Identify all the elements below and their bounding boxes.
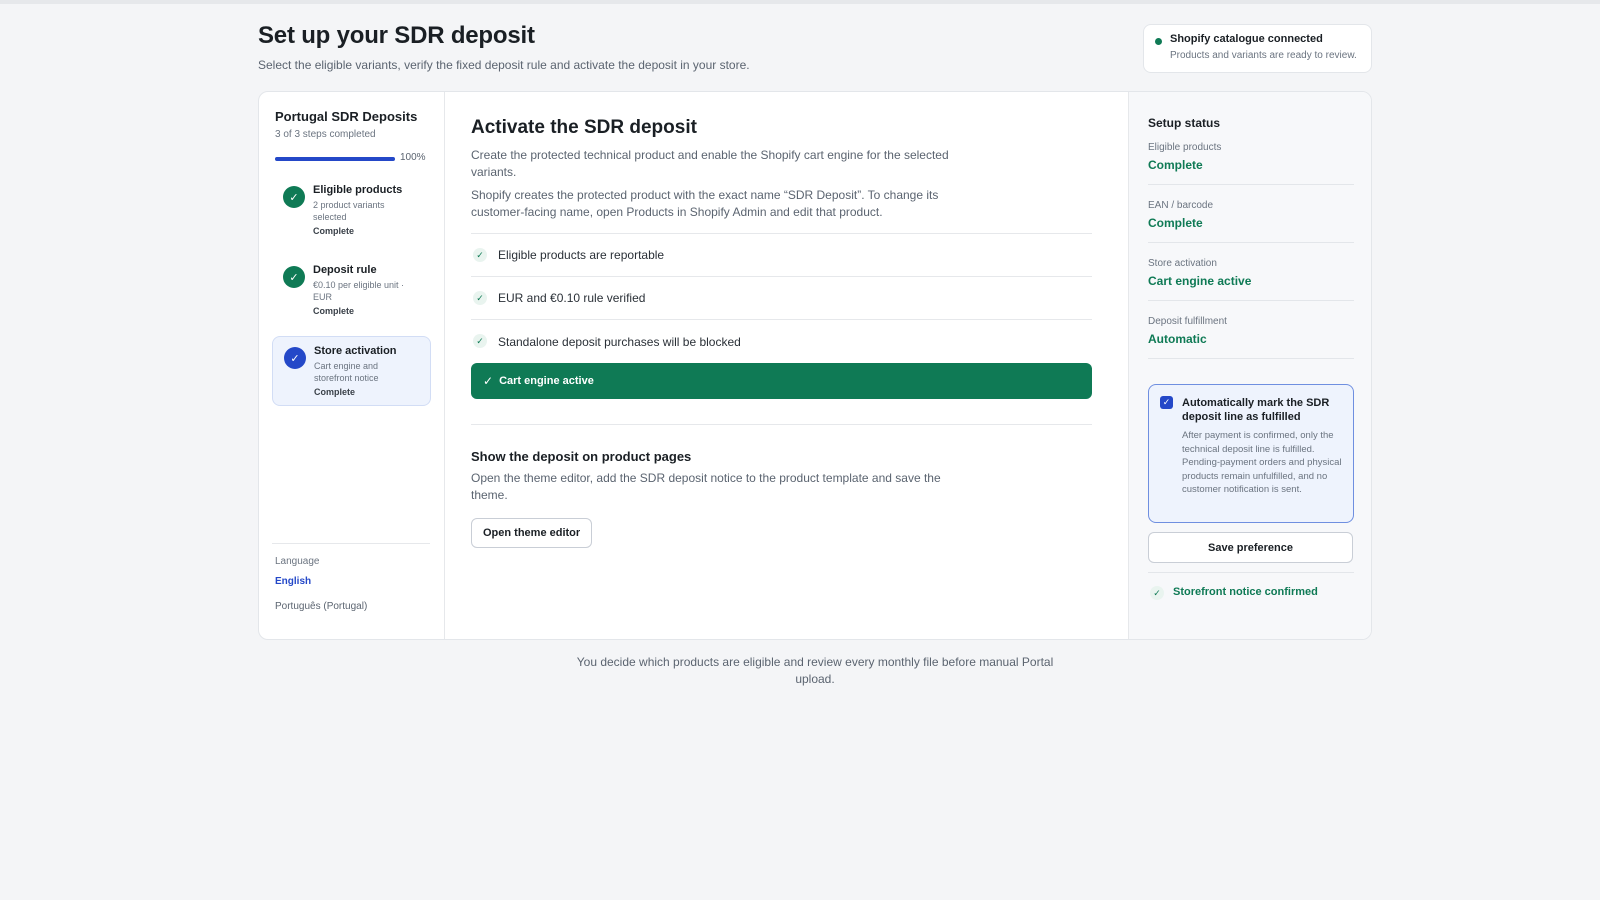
step-title: Eligible products (313, 184, 403, 196)
top-border (0, 0, 1600, 4)
progress-fill (275, 157, 395, 161)
theme-section-title: Show the deposit on product pages (471, 449, 692, 464)
footer-note: You decide which products are eligible a… (576, 655, 1054, 686)
storefront-notice-status: ✓ Storefront notice confirmed (1148, 572, 1354, 600)
check-icon: ✓ (473, 334, 487, 348)
step-status: Complete (313, 306, 355, 316)
list-item: ✓ Standalone deposit purchases will be b… (471, 320, 1092, 363)
step-description: 2 product variants selected (313, 200, 385, 222)
connection-status-card: Shopify catalogue connected Products and… (1143, 24, 1372, 73)
check-icon: ✓ (473, 291, 487, 305)
step-eligible-products[interactable]: ✓ Eligible products 2 product variants s… (272, 176, 431, 246)
setup-status-panel: Setup status Eligible products Complete … (1128, 92, 1371, 639)
step-status: Complete (313, 226, 355, 236)
list-item: ✓ EUR and €0.10 rule verified (471, 277, 1092, 320)
step-description: Cart engine and storefront notice (314, 361, 379, 383)
page-header: Set up your SDR deposit Select the eligi… (258, 22, 750, 72)
language-option-portuguese[interactable]: Português (Portugal) (275, 601, 427, 612)
setup-card: Portugal SDR Deposits 3 of 3 steps compl… (258, 91, 1372, 640)
status-title: Setup status (1148, 116, 1221, 130)
check-icon: ✓ (473, 248, 487, 262)
theme-section-description: Open the theme editor, add the SDR depos… (471, 471, 941, 502)
status-dot-icon (1155, 38, 1162, 45)
connection-subtitle: Products and variants are ready to revie… (1170, 50, 1357, 61)
sidebar-title: Portugal SDR Deposits (275, 109, 418, 124)
list-item: ✓ Eligible products are reportable (471, 234, 1092, 277)
open-theme-editor-button[interactable]: Open theme editor (471, 518, 593, 548)
language-option-english[interactable]: English (275, 576, 427, 587)
progress-bar: 100% (272, 152, 431, 166)
steps-sidebar: Portugal SDR Deposits 3 of 3 steps compl… (259, 92, 445, 639)
status-store-activation: Store activation Cart engine active (1148, 243, 1354, 301)
status-ean-barcode: EAN / barcode Complete (1148, 185, 1354, 243)
activation-panel: Activate the SDR deposit Create the prot… (471, 92, 1092, 639)
connection-title: Shopify catalogue connected (1170, 33, 1323, 45)
check-icon: ✓ (1150, 586, 1164, 600)
progress-percent: 100% (400, 152, 426, 163)
auto-fulfill-preference[interactable]: ✓ Automatically mark the SDR deposit lin… (1148, 384, 1354, 523)
step-deposit-rule[interactable]: ✓ Deposit rule €0.10 per eligible unit ·… (272, 256, 431, 326)
cart-engine-status-banner: ✓ Cart engine active (471, 363, 1092, 399)
section-title: Activate the SDR deposit (471, 117, 697, 138)
check-icon: ✓ (283, 186, 305, 208)
section-note: Shopify creates the protected product wi… (471, 188, 939, 219)
step-title: Store activation (314, 345, 397, 357)
preference-description: After payment is confirmed, only the tec… (1182, 430, 1342, 495)
page-subtitle: Select the eligible variants, verify the… (258, 58, 750, 72)
verification-checklist: ✓ Eligible products are reportable ✓ EUR… (471, 233, 1092, 363)
auto-fulfill-checkbox[interactable]: ✓ (1160, 396, 1173, 409)
page-title: Set up your SDR deposit (258, 22, 535, 49)
language-label: Language (275, 556, 320, 567)
section-description: Create the protected technical product a… (471, 148, 949, 179)
step-store-activation[interactable]: ✓ Store activation Cart engine and store… (272, 336, 431, 406)
divider (471, 424, 1092, 425)
status-deposit-fulfillment: Deposit fulfillment Automatic (1148, 301, 1354, 359)
language-switcher: Language English Português (Portugal) (272, 543, 430, 612)
step-status: Complete (314, 387, 356, 397)
steps-summary: 3 of 3 steps completed (275, 129, 376, 140)
step-title: Deposit rule (313, 264, 377, 276)
check-icon: ✓ (483, 374, 494, 388)
step-description: €0.10 per eligible unit · EUR (313, 280, 405, 302)
status-eligible-products: Eligible products Complete (1148, 130, 1354, 185)
check-icon: ✓ (283, 266, 305, 288)
save-preference-button[interactable]: Save preference (1148, 532, 1353, 563)
check-icon: ✓ (284, 347, 306, 369)
preference-title: Automatically mark the SDR deposit line … (1182, 397, 1330, 423)
